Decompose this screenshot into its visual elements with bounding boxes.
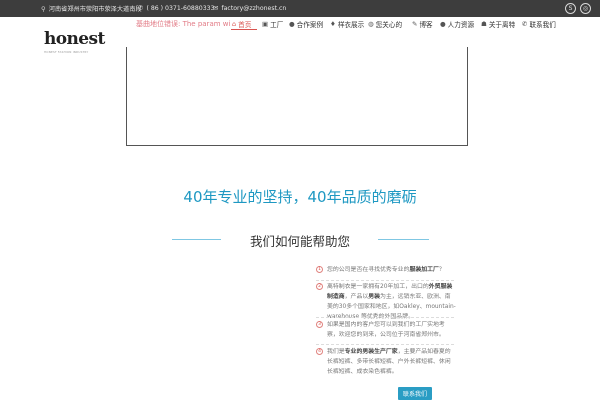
camera-icon: ▣ [262,20,269,28]
heading-line-right [378,239,429,240]
nav-about-label: 关于离特 [488,21,516,29]
nav-about[interactable]: ☗ 关于离特 [481,19,515,29]
nav-contact-label: 联系我们 [529,21,556,29]
address-text: 河南省郑州市荥阳市荥泽大道南段 [48,6,142,13]
qa-item: 4 我们是专业的男装生产厂家，主要产品如春夏的长裤短裤、多带长裤短裤、户外长裤短… [316,347,456,377]
envelope-icon: ✉ [213,4,219,12]
qa-item: 2 离特制衣是一家拥有20年加工，出口的外贸服装制造商，产品以男装为主，远销东亚… [316,282,456,322]
qa-divider [316,344,454,345]
qa-text: 如果是国内的客户您可以到我们的工厂实地考察，欢迎您的到来，公司位于河南省郑州市。 [327,322,445,338]
qa-item: 3 如果是国内的客户您可以到我们的工厂实地考察，欢迎您的到来，公司位于河南省郑州… [316,320,456,340]
nav-cases-label: 合作案例 [296,21,324,29]
qa-text: 我们是专业的男装生产厂家，主要产品如春夏的长裤短裤、多带长裤短裤、户外长裤短裤、… [327,349,451,375]
user-icon: ● [289,20,295,28]
nav-blog-label: 博客 [419,21,433,29]
qa-divider [316,280,454,281]
nav-samples[interactable]: ♦ 样衣展示 [330,19,364,29]
qa-text: 离特制衣是一家拥有20年加工，出口的外贸服装制造商，产品以男装为主，远销东亚、欧… [327,284,456,320]
address-item: ⚲ 河南省郑州市荥阳市荥泽大道南段 [41,4,142,14]
nav-concern-label: 您关心的 [375,21,403,29]
top-info-bar: ⚲ 河南省郑州市荥阳市荥泽大道南段 ✆( 86 ) 0371-60880333 ✉… [0,0,600,17]
nav-active-indicator [231,29,257,30]
phone-text: ( 86 ) 0371-60880333 [146,4,215,12]
nav-concern[interactable]: ◍ 您关心的 [368,19,402,29]
nav-samples-label: 样衣展示 [337,21,365,29]
nav-factory-label: 工厂 [270,21,284,29]
nav-blog[interactable]: ✎ 博客 [412,19,433,29]
nav-home-label: 首页 [238,21,252,29]
skype-icon[interactable]: S [565,3,576,14]
edit-icon: ✎ [412,20,418,28]
people-icon: ● [440,20,446,28]
slogan: 40年专业的坚持，40年品质的磨砺 [183,188,417,206]
map-marker-icon: ⚲ [41,4,46,13]
contact-us-button[interactable]: 联系我们 [398,387,432,400]
map-error-text: 基曲地位错误: The param wi [136,20,231,28]
nav-factory[interactable]: ▣ 工厂 [262,19,283,29]
phone-item: ✆( 86 ) 0371-60880333 [138,4,215,12]
weibo-icon[interactable]: ◎ [580,3,591,14]
qa-text: 您的公司是否在寻找优秀专业的服装加工厂？ [327,267,445,273]
qa-item: 1 您的公司是否在寻找优秀专业的服装加工厂？ [316,265,456,275]
phone-icon: ✆ [138,4,144,12]
qa-divider [316,317,454,318]
qa-number: 4 [316,348,323,355]
section-heading: 我们如何能帮助您 [249,234,350,249]
email-text[interactable]: factory@zzhonest.cn [221,5,286,12]
nav-hr[interactable]: ● 人力资源 [440,19,474,29]
logo-wordmark: honest [44,29,105,49]
home-icon: ⌂ [232,20,237,28]
qa-number: 3 [316,321,323,328]
logo-tagline: HONEST FASHION INDUSTRY [44,50,89,54]
nav-contact[interactable]: ✆ 联系我们 [522,19,556,29]
qa-number: 1 [316,266,323,273]
email-item[interactable]: ✉ factory@zzhonest.cn [213,4,286,12]
thumbs-up-icon: ☗ [481,20,487,28]
phone-icon: ✆ [522,20,528,28]
nav-home[interactable]: ⌂ 首页 [232,19,251,29]
chat-icon: ◍ [368,20,374,28]
logo[interactable]: honest HONEST FASHION INDUSTRY [44,31,108,59]
nav-cases[interactable]: ● 合作案例 [289,19,323,29]
map-container [126,47,468,146]
shirt-icon: ♦ [330,20,336,28]
nav-hr-label: 人力资源 [447,21,475,29]
qa-number: 2 [316,283,323,290]
